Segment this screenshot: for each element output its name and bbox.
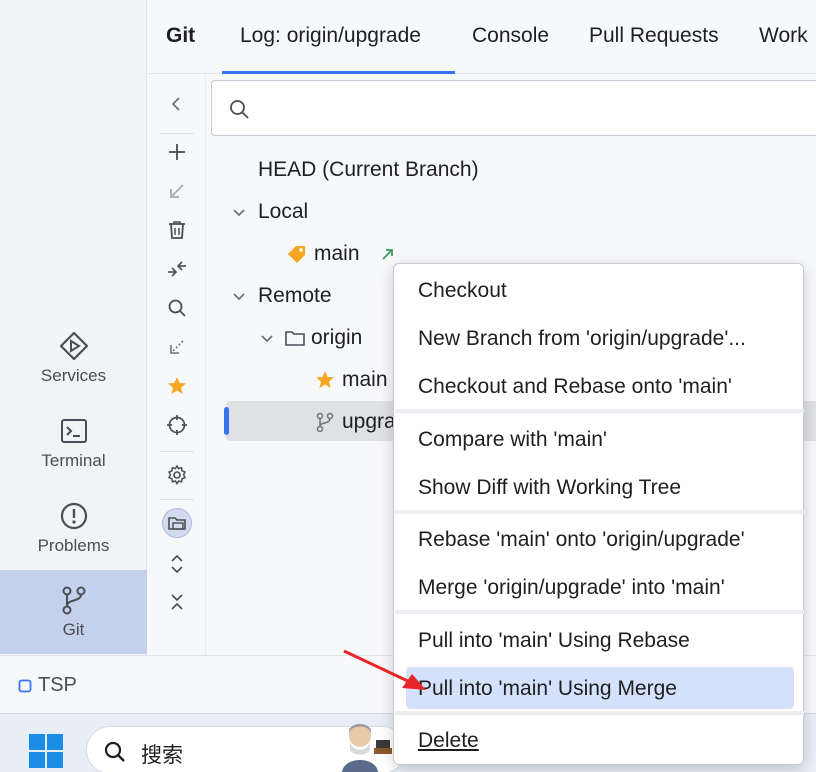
favorite-star-icon[interactable] xyxy=(162,371,192,401)
remote-label: Remote xyxy=(258,284,332,307)
git-tool-button[interactable]: Git xyxy=(0,570,147,654)
menu-separator xyxy=(395,510,804,514)
chevron-down-icon xyxy=(233,293,245,301)
search-icon xyxy=(104,741,125,762)
incoming-arrow-icon xyxy=(381,249,393,260)
menu-item-pull-rebase[interactable]: Pull into 'main' Using Rebase xyxy=(418,629,690,653)
pointer-arrow-icon xyxy=(343,649,426,690)
services-icon xyxy=(59,331,88,361)
tool-window-strip: Services Terminal Problems Git xyxy=(0,0,147,655)
fetch-icon[interactable] xyxy=(162,332,192,362)
tree-node-remote[interactable]: Remote xyxy=(230,277,332,315)
terminal-tool-button[interactable]: Terminal xyxy=(0,401,147,485)
active-tab-indicator xyxy=(222,71,455,74)
branch-search-field[interactable] xyxy=(211,80,816,136)
local-main-label: main xyxy=(314,242,360,265)
favorite-star-icon xyxy=(316,371,334,388)
menu-separator xyxy=(395,409,804,413)
search-highlight-avatar-icon xyxy=(342,724,392,772)
menu-item-checkout-rebase[interactable]: Checkout and Rebase onto 'main' xyxy=(418,375,732,399)
origin-upgrade-label: upgra xyxy=(342,410,396,433)
menu-item-compare[interactable]: Compare with 'main' xyxy=(418,428,607,452)
git-branch-icon xyxy=(62,586,85,615)
chevron-down-icon xyxy=(233,209,245,217)
local-label: Local xyxy=(258,200,309,223)
tree-node-head[interactable]: HEAD (Current Branch) xyxy=(258,151,479,189)
menu-item-pull-merge[interactable]: Pull into 'main' Using Merge xyxy=(418,677,677,701)
terminal-icon xyxy=(60,419,87,443)
git-label: Git xyxy=(62,620,85,639)
expand-all-icon[interactable] xyxy=(162,549,192,579)
update-selected-icon[interactable] xyxy=(162,176,192,206)
toolbar-separator xyxy=(160,499,194,500)
tree-node-origin[interactable]: origin xyxy=(258,319,362,357)
collapse-panel-icon[interactable] xyxy=(162,89,192,119)
origin-label: origin xyxy=(311,326,363,349)
tab-pull-requests[interactable]: Pull Requests xyxy=(589,24,719,48)
tab-log[interactable]: Log: origin/upgrade xyxy=(240,24,421,48)
chevron-down-icon xyxy=(261,335,273,343)
search-icon xyxy=(230,100,249,119)
new-branch-icon[interactable] xyxy=(162,137,192,167)
menu-item-show-diff[interactable]: Show Diff with Working Tree xyxy=(418,476,681,500)
windows-start-icon[interactable] xyxy=(28,733,64,769)
tree-node-origin-main[interactable]: main xyxy=(314,361,388,399)
settings-gear-icon[interactable] xyxy=(162,460,192,490)
problems-tool-button[interactable]: Problems xyxy=(0,486,147,570)
tool-window-header: Git Log: origin/upgrade Console Pull Req… xyxy=(148,0,816,74)
toolbar-separator xyxy=(160,133,194,134)
menu-item-delete[interactable]: Delete xyxy=(418,729,479,753)
menu-item-merge[interactable]: Merge 'origin/upgrade' into 'main' xyxy=(418,576,725,600)
compare-icon[interactable] xyxy=(162,254,192,284)
search-input[interactable] xyxy=(260,91,800,127)
project-square-icon xyxy=(18,679,32,692)
origin-main-label: main xyxy=(342,368,388,391)
terminal-label: Terminal xyxy=(41,451,106,470)
menu-separator xyxy=(395,610,804,614)
branch-context-menu: Checkout New Branch from 'origin/upgrade… xyxy=(393,263,804,765)
tool-window-title: Git xyxy=(166,24,196,47)
menu-item-rebase[interactable]: Rebase 'main' onto 'origin/upgrade' xyxy=(418,528,745,552)
branch-icon xyxy=(316,412,334,433)
taskbar-search-text: 搜索 xyxy=(141,744,183,767)
search-branch-icon[interactable] xyxy=(162,293,192,323)
tab-work[interactable]: Work xyxy=(759,24,808,48)
project-name: TSP xyxy=(38,674,77,696)
folder-icon xyxy=(285,331,305,346)
menu-separator xyxy=(395,711,804,715)
menu-item-new-branch[interactable]: New Branch from 'origin/upgrade'... xyxy=(418,327,746,351)
tree-node-origin-upgrade[interactable]: upgra xyxy=(314,403,396,441)
problems-icon xyxy=(60,502,87,530)
tab-console[interactable]: Console xyxy=(472,24,549,48)
tree-node-local[interactable]: Local xyxy=(230,193,308,231)
branches-toolbar xyxy=(148,75,206,655)
current-branch-tag-icon xyxy=(288,246,305,263)
navigate-crosshair-icon[interactable] xyxy=(162,410,192,440)
selected-row-indicator xyxy=(224,407,229,435)
services-label: Services xyxy=(40,366,107,385)
tree-node-local-main[interactable]: main xyxy=(286,235,396,273)
collapse-all-icon[interactable] xyxy=(162,587,192,617)
head-label: HEAD (Current Branch) xyxy=(258,158,479,181)
toolbar-separator xyxy=(160,451,194,452)
delete-branch-icon[interactable] xyxy=(162,215,192,245)
menu-item-checkout[interactable]: Checkout xyxy=(418,279,507,303)
problems-label: Problems xyxy=(37,536,110,555)
project-widget[interactable]: TSP xyxy=(18,674,77,697)
services-tool-button[interactable]: Services xyxy=(0,316,147,400)
group-by-directory-icon[interactable] xyxy=(162,508,192,538)
